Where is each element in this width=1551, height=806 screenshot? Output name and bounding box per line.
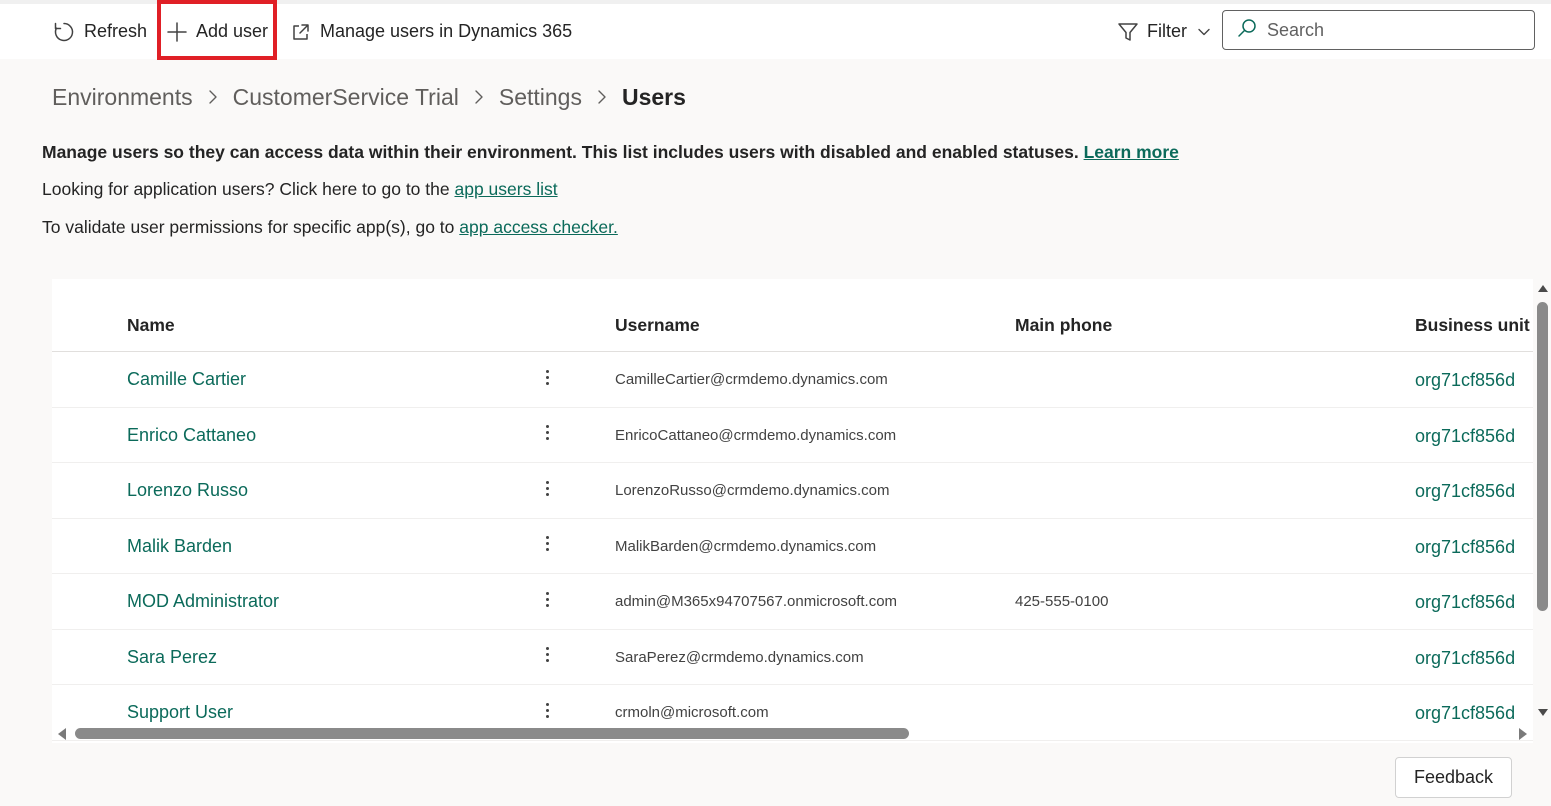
column-header-business-unit[interactable]: Business unit xyxy=(1415,315,1530,336)
info-app-users: Looking for application users? Click her… xyxy=(42,179,558,200)
refresh-button[interactable]: Refresh xyxy=(52,4,147,59)
refresh-icon xyxy=(52,20,76,44)
breadcrumb-environments[interactable]: Environments xyxy=(52,84,193,111)
learn-more-link[interactable]: Learn more xyxy=(1084,142,1179,162)
more-options-icon[interactable] xyxy=(538,420,556,446)
horizontal-scroll-thumb[interactable] xyxy=(75,728,909,739)
table-row[interactable]: Lorenzo Russo LorenzoRusso@crmdemo.dynam… xyxy=(52,463,1533,519)
username-cell: MalikBarden@crmdemo.dynamics.com xyxy=(615,537,877,555)
user-name-link[interactable]: Camille Cartier xyxy=(127,369,246,390)
username-cell: LorenzoRusso@crmdemo.dynamics.com xyxy=(615,482,890,499)
refresh-label: Refresh xyxy=(84,21,148,41)
more-options-icon[interactable] xyxy=(538,531,556,557)
business-unit-link[interactable]: org71cf856d xyxy=(1415,426,1515,447)
user-name-link[interactable]: MOD Administrator xyxy=(127,591,279,612)
column-header-main-phone[interactable]: Main phone xyxy=(1015,315,1112,336)
breadcrumb: Environments CustomerService Trial Setti… xyxy=(52,82,686,112)
business-unit-link[interactable]: org71cf856d xyxy=(1415,592,1515,613)
business-unit-link[interactable]: org71cf856d xyxy=(1415,370,1515,391)
chevron-right-icon xyxy=(207,89,219,105)
breadcrumb-environment-name[interactable]: CustomerService Trial xyxy=(233,84,459,111)
search-input[interactable] xyxy=(1267,19,1517,41)
scroll-down-arrow-icon[interactable] xyxy=(1538,709,1548,716)
vertical-scroll-thumb[interactable] xyxy=(1537,302,1548,611)
user-name-link[interactable]: Malik Barden xyxy=(127,536,232,557)
scroll-up-arrow-icon[interactable] xyxy=(1538,285,1548,292)
more-options-icon[interactable] xyxy=(538,475,556,501)
table-row[interactable]: Enrico Cattaneo EnricoCattaneo@crmdemo.d… xyxy=(52,408,1533,463)
table-row[interactable]: Sara Perez SaraPerez@crmdemo.dynamics.co… xyxy=(52,630,1533,685)
chevron-down-icon xyxy=(1197,25,1211,39)
search-icon xyxy=(1237,18,1257,43)
username-cell: crmoln@microsoft.com xyxy=(615,704,769,721)
table-row[interactable]: Camille Cartier CamilleCartier@crmdemo.d… xyxy=(52,352,1533,408)
filter-icon xyxy=(1117,21,1139,43)
user-name-link[interactable]: Support User xyxy=(127,702,233,723)
add-user-label: Add user xyxy=(196,21,269,41)
vertical-scrollbar[interactable] xyxy=(1535,279,1551,723)
more-options-icon[interactable] xyxy=(538,642,556,668)
scroll-right-arrow-icon[interactable] xyxy=(1519,728,1527,740)
open-external-icon xyxy=(290,21,312,43)
business-unit-link[interactable]: org71cf856d xyxy=(1415,648,1515,669)
business-unit-link[interactable]: org71cf856d xyxy=(1415,703,1515,724)
column-header-username[interactable]: Username xyxy=(615,315,700,336)
chevron-right-icon xyxy=(596,89,608,105)
info-description-text: Manage users so they can access data wit… xyxy=(42,142,1079,162)
manage-users-dynamics-button[interactable]: Manage users in Dynamics 365 xyxy=(290,4,572,59)
add-user-button[interactable]: Add user xyxy=(166,4,268,59)
info-access-checker-text: To validate user permissions for specifi… xyxy=(42,217,455,237)
more-options-icon[interactable] xyxy=(538,586,556,612)
scroll-left-arrow-icon[interactable] xyxy=(58,728,66,740)
more-options-icon[interactable] xyxy=(538,697,556,723)
feedback-button[interactable]: Feedback xyxy=(1395,757,1512,798)
username-cell: SaraPerez@crmdemo.dynamics.com xyxy=(615,648,864,666)
filter-label: Filter xyxy=(1147,21,1187,41)
business-unit-link[interactable]: org71cf856d xyxy=(1415,537,1515,558)
business-unit-link[interactable]: org71cf856d xyxy=(1415,481,1515,502)
plus-icon xyxy=(166,21,188,43)
breadcrumb-settings[interactable]: Settings xyxy=(499,84,582,111)
search-box[interactable] xyxy=(1222,10,1535,50)
app-users-list-link[interactable]: app users list xyxy=(454,179,557,199)
info-access-checker: To validate user permissions for specifi… xyxy=(42,217,618,238)
username-cell: admin@M365x94707567.onmicrosoft.com xyxy=(615,593,898,610)
column-header-name[interactable]: Name xyxy=(127,315,175,336)
chevron-right-icon xyxy=(473,89,485,105)
users-grid: Name Username Main phone Business unit C… xyxy=(52,279,1533,743)
user-name-link[interactable]: Enrico Cattaneo xyxy=(127,425,256,446)
username-cell: EnricoCattaneo@crmdemo.dynamics.com xyxy=(615,426,897,444)
horizontal-scrollbar[interactable] xyxy=(52,725,1533,743)
username-cell: CamilleCartier@crmdemo.dynamics.com xyxy=(615,371,888,388)
more-options-icon[interactable] xyxy=(538,364,556,390)
manage-users-label: Manage users in Dynamics 365 xyxy=(320,21,573,41)
grid-header-row: Name Username Main phone Business unit xyxy=(52,279,1533,352)
filter-button[interactable]: Filter xyxy=(1117,4,1211,59)
user-name-link[interactable]: Lorenzo Russo xyxy=(127,480,248,501)
table-row[interactable]: MOD Administrator admin@M365x94707567.on… xyxy=(52,574,1533,630)
table-row[interactable]: Malik Barden MalikBarden@crmdemo.dynamic… xyxy=(52,519,1533,574)
user-name-link[interactable]: Sara Perez xyxy=(127,647,217,668)
breadcrumb-current: Users xyxy=(621,83,686,110)
info-description: Manage users so they can access data wit… xyxy=(42,142,1179,163)
command-bar: Refresh Add user Manage users in Dynamic… xyxy=(0,4,1551,59)
info-app-users-text: Looking for application users? Click her… xyxy=(42,179,450,199)
app-access-checker-link[interactable]: app access checker. xyxy=(459,217,618,237)
main-phone-cell: 425-555-0100 xyxy=(1015,593,1109,610)
